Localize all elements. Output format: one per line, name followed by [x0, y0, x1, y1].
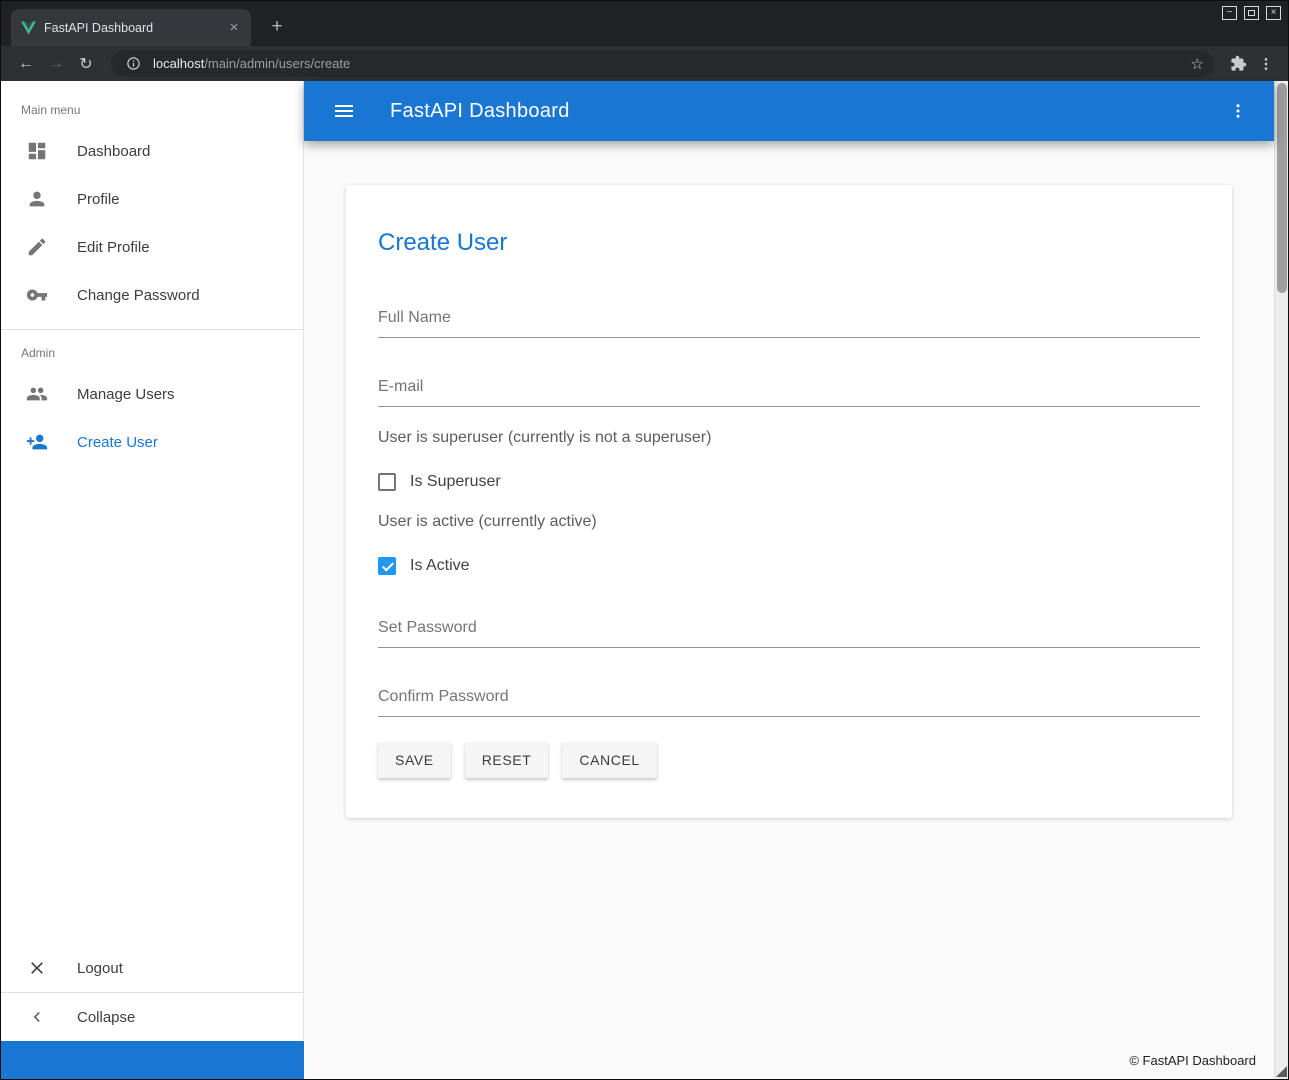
- url-field[interactable]: localhost/main/admin/users/create ☆: [111, 50, 1214, 77]
- sidebar-section-main-menu: Main menu: [1, 81, 303, 127]
- sidebar-item-edit-profile[interactable]: Edit Profile: [1, 223, 303, 271]
- sidebar-item-logout[interactable]: Logout: [1, 944, 303, 992]
- back-icon[interactable]: ←: [13, 51, 39, 77]
- is-superuser-label[interactable]: Is Superuser: [410, 473, 501, 491]
- full-name-field: [378, 309, 1200, 338]
- sidebar-item-label: Logout: [77, 960, 123, 977]
- confirm-password-field: [378, 688, 1200, 717]
- email-input[interactable]: [378, 378, 1200, 407]
- is-active-row[interactable]: Is Active: [378, 557, 1200, 575]
- scrollbar-thumb[interactable]: [1277, 83, 1287, 293]
- footer-accent-block: [1, 1041, 304, 1079]
- page-footer: © FastAPI Dashboard: [1, 1041, 1274, 1079]
- maximize-icon: [1248, 10, 1255, 16]
- sidebar-item-profile[interactable]: Profile: [1, 175, 303, 223]
- people-icon: [25, 382, 49, 406]
- superuser-hint-text: User is superuser (currently is not a su…: [378, 429, 1200, 447]
- tab-title: FastAPI Dashboard: [44, 21, 217, 35]
- window-controls: − ×: [1222, 6, 1281, 20]
- reload-icon[interactable]: ↻: [73, 51, 99, 77]
- active-hint-text: User is active (currently active): [378, 513, 1200, 531]
- chevron-left-icon: [25, 1005, 49, 1029]
- url-text: localhost/main/admin/users/create: [153, 56, 1183, 71]
- pencil-icon: [25, 235, 49, 259]
- form-buttons: SAVE RESET CANCEL: [378, 742, 1200, 778]
- main-area: FastAPI Dashboard Create User: [304, 81, 1274, 1041]
- person-icon: [25, 187, 49, 211]
- confirm-password-input[interactable]: [378, 688, 1200, 717]
- new-tab-button[interactable]: +: [265, 16, 289, 38]
- reset-button[interactable]: RESET: [465, 742, 549, 778]
- extensions-icon[interactable]: [1226, 52, 1250, 76]
- dashboard-icon: [25, 139, 49, 163]
- footer-copyright: © FastAPI Dashboard: [304, 1041, 1274, 1079]
- set-password-input[interactable]: [378, 619, 1200, 648]
- page-scrollbar[interactable]: [1274, 81, 1288, 1079]
- email-field: [378, 378, 1200, 407]
- save-button[interactable]: SAVE: [378, 742, 451, 778]
- url-path: /main/admin/users/create: [204, 56, 350, 71]
- is-superuser-row[interactable]: Is Superuser: [378, 473, 1200, 491]
- tab-close-icon[interactable]: ×: [225, 19, 243, 37]
- site-info-icon[interactable]: [121, 52, 145, 76]
- browser-addressbar: ← → ↻ localhost/main/admin/users/create …: [1, 46, 1288, 81]
- content-area: Create User User is superuser (currently…: [304, 141, 1274, 1041]
- page: Main menu Dashboard Profile: [1, 81, 1288, 1079]
- set-password-field: [378, 619, 1200, 648]
- browser-tab[interactable]: FastAPI Dashboard ×: [11, 9, 251, 46]
- sidebar-section-admin: Admin: [1, 330, 303, 370]
- appbar: FastAPI Dashboard: [304, 81, 1274, 141]
- key-icon: [25, 283, 49, 307]
- sidebar-item-label: Collapse: [77, 1009, 135, 1026]
- maximize-button[interactable]: [1244, 6, 1259, 20]
- sidebar-item-label: Profile: [77, 191, 120, 208]
- create-user-card: Create User User is superuser (currently…: [346, 185, 1232, 818]
- sidebar-item-dashboard[interactable]: Dashboard: [1, 127, 303, 175]
- browser-window: FastAPI Dashboard × + − × ← → ↻ localhos…: [0, 0, 1289, 1080]
- full-name-input[interactable]: [378, 309, 1200, 338]
- sidebar: Main menu Dashboard Profile: [1, 81, 304, 1041]
- sidebar-item-label: Edit Profile: [77, 239, 150, 256]
- sidebar-item-create-user[interactable]: Create User: [1, 418, 303, 466]
- browser-titlebar: FastAPI Dashboard × + − ×: [1, 1, 1288, 46]
- sidebar-item-label: Create User: [77, 434, 158, 451]
- bookmark-star-icon[interactable]: ☆: [1191, 55, 1204, 73]
- is-active-label[interactable]: Is Active: [410, 557, 470, 575]
- url-host: localhost: [153, 56, 204, 71]
- person-add-icon: [25, 430, 49, 454]
- sidebar-item-change-password[interactable]: Change Password: [1, 271, 303, 319]
- sidebar-item-collapse[interactable]: Collapse: [1, 993, 303, 1041]
- is-superuser-checkbox[interactable]: [378, 473, 396, 491]
- resize-grip-icon: [1276, 1066, 1287, 1077]
- page-title: Create User: [378, 229, 1200, 257]
- minimize-button[interactable]: −: [1222, 6, 1237, 20]
- sidebar-item-label: Manage Users: [77, 386, 175, 403]
- favicon-vue-icon: [21, 21, 36, 35]
- appbar-overflow-menu-icon[interactable]: [1226, 99, 1250, 123]
- sidebar-item-manage-users[interactable]: Manage Users: [1, 370, 303, 418]
- cancel-button[interactable]: CANCEL: [562, 742, 656, 778]
- sidebar-spacer: [1, 466, 303, 944]
- forward-icon[interactable]: →: [43, 51, 69, 77]
- close-button[interactable]: ×: [1266, 6, 1281, 20]
- hamburger-menu-icon[interactable]: [332, 99, 356, 123]
- close-x-icon: [25, 956, 49, 980]
- is-active-checkbox[interactable]: [378, 557, 396, 575]
- sidebar-item-label: Change Password: [77, 287, 200, 304]
- browser-menu-icon[interactable]: [1254, 52, 1278, 76]
- sidebar-item-label: Dashboard: [77, 143, 150, 160]
- appbar-title: FastAPI Dashboard: [390, 100, 1226, 123]
